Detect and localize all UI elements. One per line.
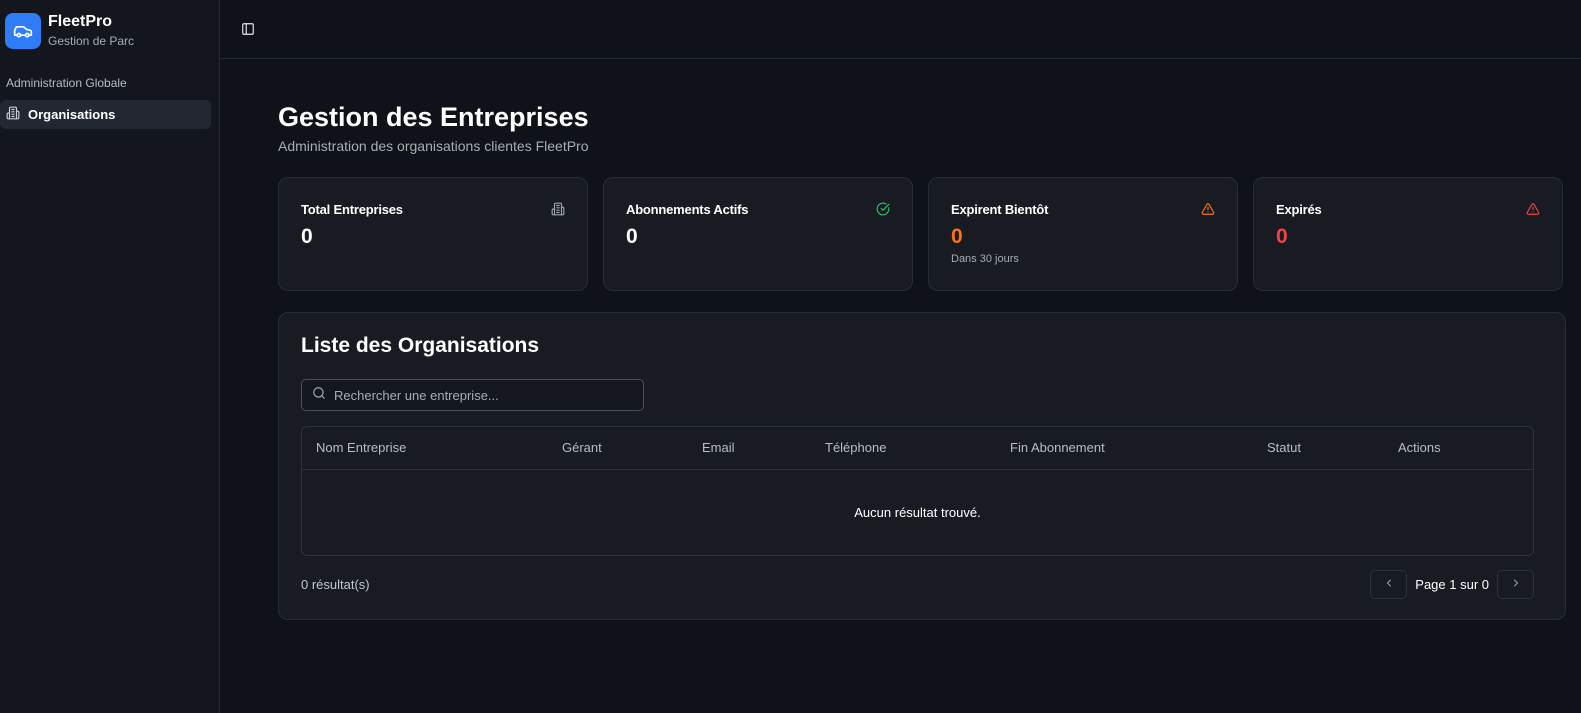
brand-subtitle: Gestion de Parc bbox=[48, 34, 135, 48]
next-page-button[interactable] bbox=[1497, 570, 1534, 599]
column-header[interactable]: Email bbox=[702, 440, 735, 455]
content: Gestion des Entreprises Administration d… bbox=[278, 100, 1566, 620]
search-box[interactable] bbox=[301, 379, 644, 411]
previous-page-button[interactable] bbox=[1370, 570, 1408, 599]
organisations-list-card: Liste des Organisations Nom Entreprise G… bbox=[278, 312, 1566, 620]
building-icon bbox=[551, 202, 565, 216]
stat-label: Expirés bbox=[1276, 202, 1322, 217]
sidebar-toggle-icon[interactable] bbox=[240, 21, 256, 37]
topbar bbox=[220, 0, 1581, 59]
stat-card-expired: Expirés 0 bbox=[1253, 177, 1563, 291]
pagination-label: Page 1 sur 0 bbox=[1415, 577, 1489, 592]
list-title: Liste des Organisations bbox=[301, 334, 540, 357]
table-header: Nom Entreprise Gérant Email Téléphone Fi… bbox=[302, 427, 1533, 470]
chevron-left-icon bbox=[1383, 576, 1395, 594]
car-icon bbox=[5, 12, 41, 49]
column-header[interactable]: Téléphone bbox=[825, 440, 886, 455]
building-icon bbox=[6, 106, 20, 123]
stat-value: 0 bbox=[301, 225, 313, 248]
stat-label: Expirent Bientôt bbox=[951, 202, 1049, 217]
column-header[interactable]: Actions bbox=[1398, 440, 1441, 455]
sidebar-item-label: Organisations bbox=[28, 107, 116, 122]
pagination: Page 1 sur 0 bbox=[1370, 570, 1534, 599]
stat-value: 0 bbox=[951, 225, 963, 248]
result-count: 0 résultat(s) bbox=[301, 577, 370, 592]
stat-label: Abonnements Actifs bbox=[626, 202, 749, 217]
empty-state-message: Aucun résultat trouvé. bbox=[854, 505, 981, 520]
stat-label: Total Entreprises bbox=[301, 202, 403, 217]
main-area: Gestion des Entreprises Administration d… bbox=[220, 0, 1581, 713]
search-icon bbox=[312, 386, 326, 405]
page-subtitle: Administration des organisations cliente… bbox=[278, 138, 589, 154]
brand-name: FleetPro bbox=[48, 13, 113, 30]
stats-row: Total Entreprises 0 Abonnements Actifs 0 bbox=[278, 177, 1566, 291]
sidebar-item-organisations[interactable]: Organisations bbox=[0, 100, 211, 129]
stat-value: 0 bbox=[626, 225, 638, 248]
column-header[interactable]: Fin Abonnement bbox=[1010, 440, 1105, 455]
column-header[interactable]: Nom Entreprise bbox=[316, 440, 406, 455]
column-header[interactable]: Gérant bbox=[562, 440, 602, 455]
table-footer: 0 résultat(s) Page 1 sur 0 bbox=[301, 570, 1534, 599]
brand[interactable]: FleetPro Gestion de Parc bbox=[0, 0, 219, 61]
column-header[interactable]: Statut bbox=[1267, 440, 1301, 455]
sidebar-section-label: Administration Globale bbox=[6, 76, 127, 90]
warning-icon bbox=[1201, 202, 1215, 216]
chevron-right-icon bbox=[1510, 576, 1522, 594]
warning-icon bbox=[1526, 202, 1540, 216]
sidebar: FleetPro Gestion de Parc Administration … bbox=[0, 0, 220, 713]
search-input[interactable] bbox=[334, 387, 634, 403]
stat-value: 0 bbox=[1276, 225, 1288, 248]
stat-card-active: Abonnements Actifs 0 bbox=[603, 177, 913, 291]
check-circle-icon bbox=[876, 202, 890, 216]
organisations-table: Nom Entreprise Gérant Email Téléphone Fi… bbox=[301, 426, 1534, 556]
page-title: Gestion des Entreprises bbox=[278, 102, 589, 132]
stat-card-expiring: Expirent Bientôt 0 Dans 30 jours bbox=[928, 177, 1238, 291]
stat-card-total: Total Entreprises 0 bbox=[278, 177, 588, 291]
stat-note: Dans 30 jours bbox=[951, 253, 1019, 265]
